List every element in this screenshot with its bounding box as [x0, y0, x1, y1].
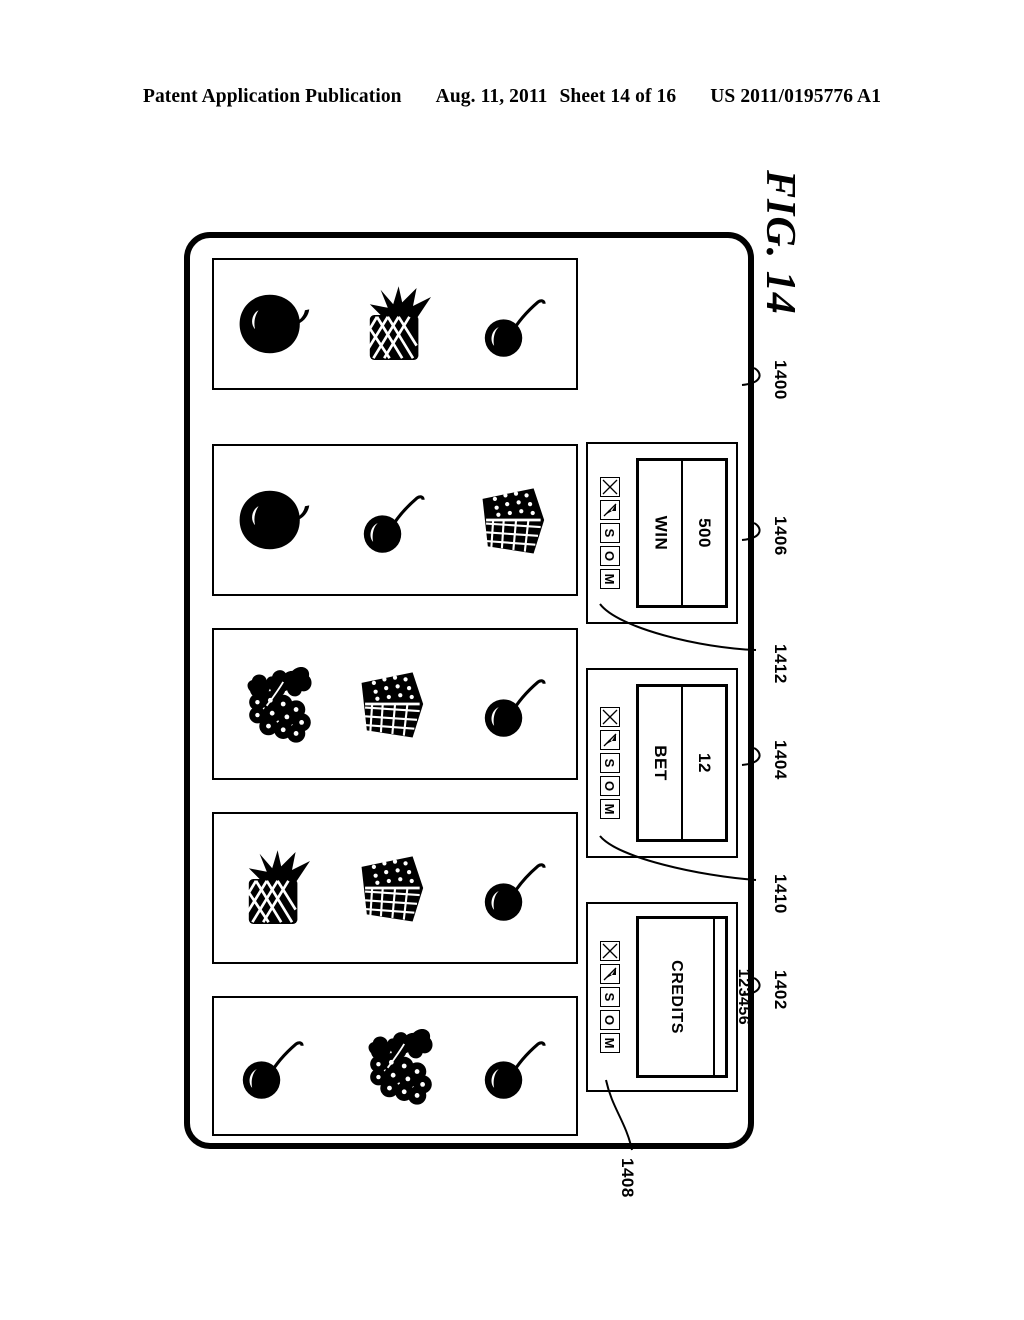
- reference-numeral-1412: 1412: [771, 644, 790, 684]
- win-meter[interactable]: S O M WIN 500: [586, 442, 738, 624]
- m-icon[interactable]: M: [600, 569, 620, 589]
- win-meter-label: WIN: [650, 515, 670, 551]
- m-icon[interactable]: M: [600, 1033, 620, 1053]
- table-row[interactable]: [212, 996, 578, 1136]
- credits-meter-value: 123456: [734, 968, 752, 1026]
- o-icon[interactable]: O: [600, 776, 620, 796]
- pickaxe-icon[interactable]: [600, 500, 620, 520]
- s-icon[interactable]: S: [600, 523, 620, 543]
- reference-numeral-1410: 1410: [771, 874, 790, 914]
- bet-meter[interactable]: S O M BET 12: [586, 668, 738, 858]
- cherry-icon: [466, 1016, 566, 1116]
- reference-numeral-1406: 1406: [771, 516, 790, 556]
- cherry-icon: [466, 654, 566, 754]
- cherry-icon: [345, 470, 445, 570]
- pineapple-icon: [345, 274, 445, 374]
- x-box-icon[interactable]: [600, 707, 620, 727]
- x-box-icon[interactable]: [600, 941, 620, 961]
- bet-meter-label-cell: BET: [639, 687, 683, 839]
- apple-icon: [224, 470, 324, 570]
- table-row[interactable]: [212, 628, 578, 780]
- cherry-icon: [466, 838, 566, 938]
- berry-basket-icon: [466, 470, 566, 570]
- reference-numeral-1404: 1404: [771, 740, 790, 780]
- publication-label: Patent Application Publication: [142, 86, 402, 107]
- s-icon[interactable]: S: [600, 753, 620, 773]
- patent-header: Patent Application Publication Aug. 11, 2…: [0, 86, 1024, 108]
- bet-meter-value-cell: 12: [683, 687, 725, 839]
- table-row[interactable]: [212, 812, 578, 964]
- slot-machine-cabinet: S O M WIN 500 S O M BET 12 S O M CREDITS…: [184, 232, 754, 1149]
- s-icon[interactable]: S: [600, 987, 620, 1007]
- reference-numeral-1408: 1408: [618, 1158, 637, 1198]
- sheet-number: Sheet 14 of 16: [559, 86, 677, 107]
- table-row[interactable]: [212, 258, 578, 390]
- publication-date: Aug. 11, 2011: [435, 86, 548, 107]
- credits-meter[interactable]: S O M CREDITS 123456: [586, 902, 752, 1092]
- reel-area: [212, 256, 578, 1136]
- credits-meter-icon-strip: S O M: [600, 941, 620, 1053]
- reference-numeral-1402: 1402: [771, 970, 790, 1010]
- berry-basket-icon: [345, 654, 445, 754]
- credits-meter-value-cell: 123456: [715, 919, 771, 1075]
- credits-meter-readout: CREDITS 123456: [636, 916, 752, 1078]
- bet-meter-readout: BET 12: [636, 684, 728, 842]
- win-meter-icon-strip: S O M: [600, 477, 620, 589]
- win-meter-label-cell: WIN: [639, 461, 683, 605]
- grapes-icon: [224, 654, 324, 754]
- patent-number: US 2011/0195776 A1: [710, 86, 882, 107]
- m-icon[interactable]: M: [600, 799, 620, 819]
- grapes-icon: [345, 1016, 445, 1116]
- bet-meter-icon-strip: S O M: [600, 707, 620, 819]
- x-box-icon[interactable]: [600, 477, 620, 497]
- apple-icon: [224, 274, 324, 374]
- win-meter-readout: WIN 500: [636, 458, 728, 608]
- win-meter-value: 500: [695, 518, 714, 548]
- reference-numeral-1400: 1400: [771, 360, 790, 400]
- pineapple-icon: [224, 838, 324, 938]
- o-icon[interactable]: O: [600, 1010, 620, 1030]
- bet-meter-label: BET: [651, 745, 670, 781]
- cherry-icon: [224, 1016, 324, 1116]
- o-icon[interactable]: O: [600, 546, 620, 566]
- cherry-icon: [466, 274, 566, 374]
- pickaxe-icon[interactable]: [600, 964, 620, 984]
- table-row[interactable]: [212, 444, 578, 596]
- credits-meter-label-cell: CREDITS: [639, 919, 715, 1075]
- berry-basket-icon: [345, 838, 445, 938]
- bet-meter-value: 12: [694, 753, 714, 773]
- pickaxe-icon[interactable]: [600, 730, 620, 750]
- credits-meter-label: CREDITS: [667, 960, 685, 1034]
- win-meter-value-cell: 500: [683, 461, 725, 605]
- meter-area: S O M WIN 500 S O M BET 12 S O M CREDITS…: [586, 256, 752, 1136]
